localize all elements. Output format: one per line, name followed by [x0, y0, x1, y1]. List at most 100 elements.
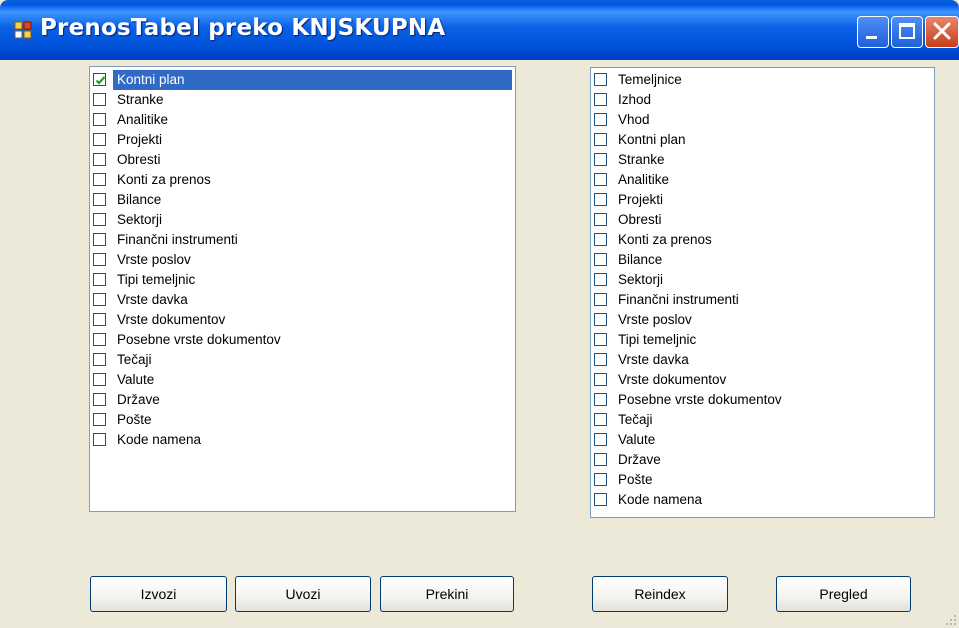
- list-item[interactable]: Posebne vrste dokumentov: [594, 390, 931, 410]
- item-checkbox[interactable]: [594, 413, 607, 426]
- item-checkbox[interactable]: [93, 333, 106, 346]
- item-checkbox[interactable]: [93, 393, 106, 406]
- list-item[interactable]: Kontni plan: [93, 70, 512, 90]
- list-item[interactable]: Tipi temeljnic: [93, 270, 512, 290]
- item-checkbox[interactable]: [93, 413, 106, 426]
- list-item[interactable]: Kode namena: [93, 430, 512, 450]
- right-checked-listbox[interactable]: Temeljnice Izhod Vhod Kontni plan Stranke Ana…: [590, 67, 935, 518]
- item-checkbox[interactable]: [594, 193, 607, 206]
- list-item[interactable]: Analitike: [93, 110, 512, 130]
- maximize-icon: [899, 23, 915, 39]
- list-item[interactable]: Tečaji: [594, 410, 931, 430]
- list-item[interactable]: Kontni plan: [594, 130, 931, 150]
- item-checkbox[interactable]: [93, 153, 106, 166]
- item-checkbox[interactable]: [93, 233, 106, 246]
- item-checkbox[interactable]: [93, 193, 106, 206]
- list-item[interactable]: Vrste dokumentov: [93, 310, 512, 330]
- list-item[interactable]: Temeljnice: [594, 70, 931, 90]
- title-bar[interactable]: PrenosTabel preko KNJSKUPNA: [0, 0, 959, 60]
- list-item[interactable]: Analitike: [594, 170, 931, 190]
- list-item[interactable]: Pošte: [594, 470, 931, 490]
- item-checkbox[interactable]: [594, 273, 607, 286]
- item-checkbox[interactable]: [93, 133, 106, 146]
- list-item[interactable]: Konti za prenos: [93, 170, 512, 190]
- item-checkbox[interactable]: [594, 433, 607, 446]
- list-item[interactable]: Tečaji: [93, 350, 512, 370]
- item-checkbox[interactable]: [594, 133, 607, 146]
- item-checkbox[interactable]: [594, 233, 607, 246]
- list-item[interactable]: Obresti: [93, 150, 512, 170]
- list-item[interactable]: Sektorji: [594, 270, 931, 290]
- list-item[interactable]: Valute: [93, 370, 512, 390]
- list-item[interactable]: Bilance: [594, 250, 931, 270]
- left-checked-listbox[interactable]: Kontni plan Stranke Analitike Projekti Obres…: [89, 66, 516, 512]
- list-item[interactable]: Izhod: [594, 90, 931, 110]
- list-item[interactable]: Vrste poslov: [93, 250, 512, 270]
- list-item[interactable]: Države: [594, 450, 931, 470]
- item-checkbox[interactable]: [93, 273, 106, 286]
- list-item[interactable]: Tipi temeljnic: [594, 330, 931, 350]
- minimize-button[interactable]: [857, 16, 889, 48]
- list-item[interactable]: Vrste davka: [594, 350, 931, 370]
- reindex-button[interactable]: Reindex: [592, 576, 728, 612]
- item-checkbox[interactable]: [93, 353, 106, 366]
- list-item[interactable]: Vrste dokumentov: [594, 370, 931, 390]
- resize-grip-icon[interactable]: [945, 614, 957, 626]
- item-checkbox[interactable]: [93, 253, 106, 266]
- item-checkbox[interactable]: [93, 113, 106, 126]
- list-item[interactable]: Valute: [594, 430, 931, 450]
- list-item[interactable]: Sektorji: [93, 210, 512, 230]
- item-checkbox[interactable]: [594, 113, 607, 126]
- item-checkbox[interactable]: [93, 313, 106, 326]
- list-item[interactable]: Vhod: [594, 110, 931, 130]
- item-checkbox[interactable]: [594, 393, 607, 406]
- item-checkbox[interactable]: [594, 453, 607, 466]
- list-item[interactable]: Vrste poslov: [594, 310, 931, 330]
- export-button[interactable]: Izvozi: [90, 576, 227, 612]
- item-checkbox[interactable]: [594, 353, 607, 366]
- list-item[interactable]: Stranke: [594, 150, 931, 170]
- item-checkbox[interactable]: [594, 253, 607, 266]
- item-checkbox[interactable]: [594, 93, 607, 106]
- list-item[interactable]: Države: [93, 390, 512, 410]
- item-checkbox[interactable]: [594, 373, 607, 386]
- item-checkbox[interactable]: [93, 433, 106, 446]
- item-label: Konti za prenos: [117, 172, 211, 187]
- item-checkbox[interactable]: [93, 373, 106, 386]
- list-item[interactable]: Projekti: [594, 190, 931, 210]
- list-item[interactable]: Kode namena: [594, 490, 931, 510]
- item-checkbox[interactable]: [594, 153, 607, 166]
- item-checkbox[interactable]: [594, 73, 607, 86]
- list-item[interactable]: Posebne vrste dokumentov: [93, 330, 512, 350]
- list-item[interactable]: Bilance: [93, 190, 512, 210]
- list-item[interactable]: Stranke: [93, 90, 512, 110]
- item-checkbox[interactable]: [594, 213, 607, 226]
- item-checkbox[interactable]: [594, 293, 607, 306]
- item-checkbox[interactable]: [594, 493, 607, 506]
- item-checkbox[interactable]: [594, 313, 607, 326]
- item-checkbox[interactable]: [93, 93, 106, 106]
- list-item[interactable]: Pošte: [93, 410, 512, 430]
- item-checkbox[interactable]: [93, 73, 106, 86]
- item-checkbox[interactable]: [594, 173, 607, 186]
- item-label: Sektorji: [117, 212, 163, 227]
- preview-button[interactable]: Pregled: [776, 576, 911, 612]
- item-label: Analitike: [618, 172, 670, 187]
- import-button[interactable]: Uvozi: [235, 576, 371, 612]
- window-title: PrenosTabel preko KNJSKUPNA: [40, 15, 446, 41]
- cancel-button[interactable]: Prekini: [380, 576, 514, 612]
- item-checkbox[interactable]: [93, 213, 106, 226]
- item-label: Kode namena: [618, 492, 703, 507]
- list-item[interactable]: Finančni instrumenti: [594, 290, 931, 310]
- list-item[interactable]: Projekti: [93, 130, 512, 150]
- item-checkbox[interactable]: [93, 293, 106, 306]
- list-item[interactable]: Obresti: [594, 210, 931, 230]
- list-item[interactable]: Vrste davka: [93, 290, 512, 310]
- item-checkbox[interactable]: [93, 173, 106, 186]
- maximize-button[interactable]: [891, 16, 923, 48]
- close-button[interactable]: [925, 16, 959, 48]
- item-checkbox[interactable]: [594, 473, 607, 486]
- list-item[interactable]: Finančni instrumenti: [93, 230, 512, 250]
- item-checkbox[interactable]: [594, 333, 607, 346]
- list-item[interactable]: Konti za prenos: [594, 230, 931, 250]
